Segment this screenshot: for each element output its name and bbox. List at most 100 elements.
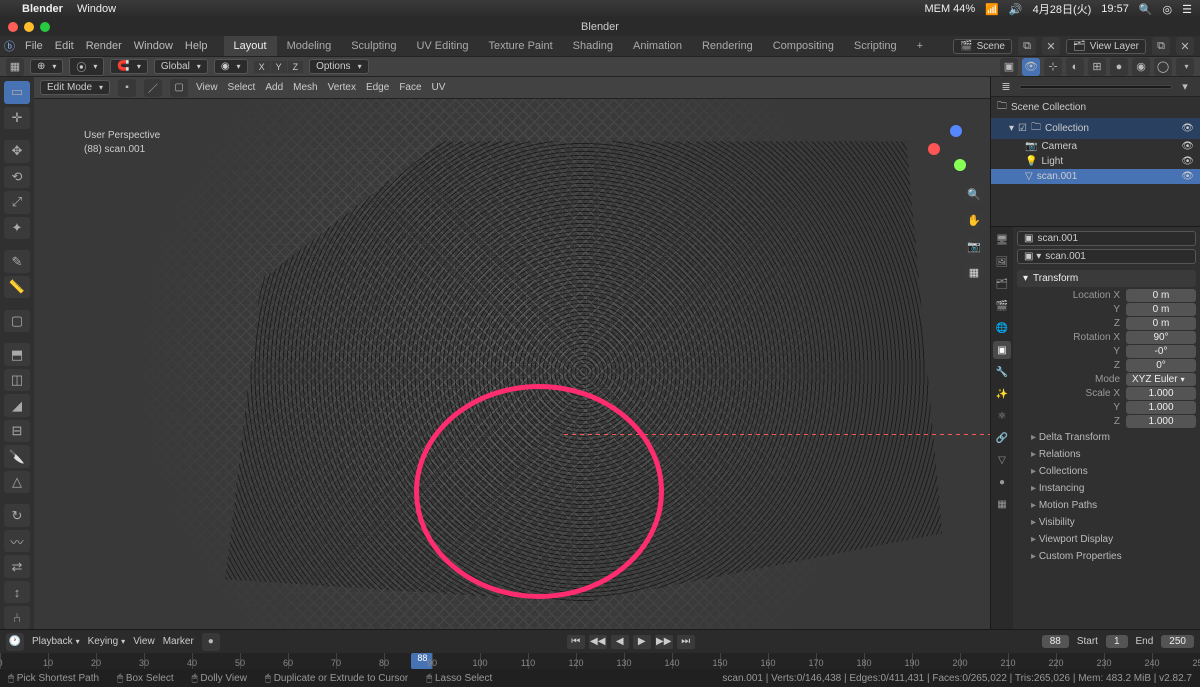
- prop-tab-viewlayer[interactable]: 🗂: [993, 275, 1011, 293]
- workspace-tab-compositing[interactable]: Compositing: [763, 36, 844, 56]
- workspace-tab-modeling[interactable]: Modeling: [277, 36, 342, 56]
- orientation-dropdown[interactable]: Global: [154, 59, 208, 74]
- rotation-mode[interactable]: XYZ Euler: [1126, 373, 1196, 386]
- mode-selector[interactable]: Edit Mode: [40, 80, 110, 95]
- viewport-3d[interactable]: Edit Mode ▪ ／ ▢ ViewSelectAddMeshVertexE…: [34, 77, 990, 629]
- prop-section-delta-transform[interactable]: Delta Transform: [1017, 429, 1196, 446]
- prop-tab-particle[interactable]: ✨: [993, 385, 1011, 403]
- outliner-item-scan-001[interactable]: ▽scan.001👁: [991, 169, 1200, 184]
- edit-menu-view[interactable]: View: [196, 82, 218, 93]
- rotate-tool[interactable]: ⟲: [4, 166, 30, 189]
- outliner-type-icon[interactable]: ≣: [997, 78, 1015, 96]
- visibility-icon[interactable]: 👁: [1181, 123, 1194, 134]
- mesh-select-mode[interactable]: ▣: [1000, 58, 1018, 76]
- search-icon[interactable]: 🔍: [1139, 3, 1153, 16]
- viewport-canvas[interactable]: User Perspective (88) scan.001 🔍 ✋ 📷 ▦: [34, 99, 990, 629]
- prop-section-motion-paths[interactable]: Motion Paths: [1017, 497, 1196, 514]
- annotate-tool[interactable]: ✎: [4, 250, 30, 273]
- workspace-tab-sculpting[interactable]: Sculpting: [341, 36, 406, 56]
- workspace-tab-scripting[interactable]: Scripting: [844, 36, 907, 56]
- prop-tab-render[interactable]: 🖥: [993, 231, 1011, 249]
- outliner-scene[interactable]: 🗀 Scene Collection: [991, 97, 1200, 118]
- scale-tool[interactable]: ⤢: [4, 191, 30, 214]
- select-box-tool[interactable]: ▭: [4, 81, 30, 104]
- outliner-search[interactable]: [1019, 85, 1172, 89]
- jump-end-icon[interactable]: ⏭: [677, 635, 695, 649]
- menu-window[interactable]: Window: [134, 40, 173, 52]
- menubar-app[interactable]: Blender: [22, 3, 63, 15]
- inset-tool[interactable]: ◫: [4, 369, 30, 392]
- location-y[interactable]: 0 m: [1126, 303, 1196, 316]
- prop-tab-constraint[interactable]: 🔗: [993, 429, 1011, 447]
- shrink-tool[interactable]: ↕: [4, 581, 30, 604]
- menu-render[interactable]: Render: [86, 40, 122, 52]
- maximize-icon[interactable]: [40, 22, 50, 32]
- prop-section-collections[interactable]: Collections: [1017, 463, 1196, 480]
- transform-section[interactable]: ▾ Transform: [1017, 270, 1196, 287]
- minimize-icon[interactable]: [24, 22, 34, 32]
- timeline-keying[interactable]: Keying: [88, 636, 126, 647]
- vert-select-icon[interactable]: ▪: [118, 79, 136, 97]
- add-cube-tool[interactable]: ▢: [4, 310, 30, 333]
- axis-mirror[interactable]: XYZ: [254, 61, 304, 73]
- pan-icon[interactable]: ✋: [964, 210, 984, 230]
- perspective-toggle-icon[interactable]: ▦: [964, 262, 984, 282]
- extrude-tool[interactable]: ⬒: [4, 343, 30, 366]
- cursor-tool-icon[interactable]: ✛: [4, 107, 30, 130]
- edit-menu-add[interactable]: Add: [265, 82, 283, 93]
- prop-section-viewport-display[interactable]: Viewport Display: [1017, 531, 1196, 548]
- prop-dataname[interactable]: ▣ ▾ scan.001: [1017, 249, 1196, 264]
- scale-z[interactable]: 1.000: [1126, 415, 1196, 428]
- timeline-editor-icon[interactable]: 🕐: [6, 633, 24, 651]
- prev-key-icon[interactable]: ◀◀: [589, 635, 607, 649]
- shading-render-icon[interactable]: ◯: [1154, 58, 1172, 76]
- visibility-icon[interactable]: 👁: [1181, 156, 1194, 167]
- gizmo-x-icon[interactable]: [928, 143, 940, 155]
- prop-tab-world[interactable]: 🌐: [993, 319, 1011, 337]
- volume-icon[interactable]: 🔊: [1009, 3, 1023, 16]
- menu-file[interactable]: File: [25, 40, 43, 52]
- menu-icon[interactable]: ☰: [1182, 3, 1192, 16]
- edit-menu-select[interactable]: Select: [228, 82, 256, 93]
- traffic-lights[interactable]: [8, 22, 50, 32]
- location-z[interactable]: 0 m: [1126, 317, 1196, 330]
- snap-dropdown[interactable]: 🧲: [110, 59, 147, 74]
- new-viewlayer-button[interactable]: ⧉: [1152, 37, 1170, 55]
- gizmo-z-icon[interactable]: [950, 125, 962, 137]
- edit-menu-mesh[interactable]: Mesh: [293, 82, 317, 93]
- shading-solid-icon[interactable]: ●: [1110, 58, 1128, 76]
- shading-options[interactable]: [1176, 58, 1194, 76]
- timeline-view[interactable]: View: [133, 636, 155, 647]
- scale-y[interactable]: 1.000: [1126, 401, 1196, 414]
- edge-slide-tool[interactable]: ⇄: [4, 555, 30, 578]
- end-frame[interactable]: 250: [1161, 635, 1194, 648]
- viewlayer-selector[interactable]: 🗂View Layer: [1066, 39, 1146, 54]
- play-icon[interactable]: ▶: [633, 635, 651, 649]
- prop-tab-scene[interactable]: 🎬: [993, 297, 1011, 315]
- knife-tool[interactable]: 🔪: [4, 445, 30, 468]
- current-frame[interactable]: 88: [1042, 635, 1069, 648]
- add-workspace-button[interactable]: +: [907, 40, 933, 52]
- menu-edit[interactable]: Edit: [55, 40, 74, 52]
- loopcut-tool[interactable]: ⊟: [4, 420, 30, 443]
- prop-section-instancing[interactable]: Instancing: [1017, 480, 1196, 497]
- polybuild-tool[interactable]: △: [4, 471, 30, 494]
- prop-tab-data[interactable]: ▽: [993, 451, 1011, 469]
- timeline-marker[interactable]: Marker: [163, 636, 194, 647]
- autokey-toggle[interactable]: ●: [202, 633, 220, 651]
- jump-start-icon[interactable]: ⏮: [567, 635, 585, 649]
- spin-tool[interactable]: ↻: [4, 504, 30, 527]
- smooth-tool[interactable]: 〰: [4, 530, 30, 553]
- rotation-x[interactable]: 90°: [1126, 331, 1196, 344]
- prop-tab-physics[interactable]: ⚛: [993, 407, 1011, 425]
- visibility-icon[interactable]: 👁: [1181, 141, 1194, 152]
- shading-matcap-icon[interactable]: ◉: [1132, 58, 1150, 76]
- scale-x[interactable]: 1.000: [1126, 387, 1196, 400]
- prop-tab-texture[interactable]: ▦: [993, 495, 1011, 513]
- workspace-tab-shading[interactable]: Shading: [563, 36, 623, 56]
- prop-section-visibility[interactable]: Visibility: [1017, 514, 1196, 531]
- prop-tab-material[interactable]: ●: [993, 473, 1011, 491]
- outliner-item-camera[interactable]: 📷Camera👁: [991, 139, 1200, 154]
- bevel-tool[interactable]: ◢: [4, 394, 30, 417]
- outliner-filter-icon[interactable]: ▾: [1176, 78, 1194, 96]
